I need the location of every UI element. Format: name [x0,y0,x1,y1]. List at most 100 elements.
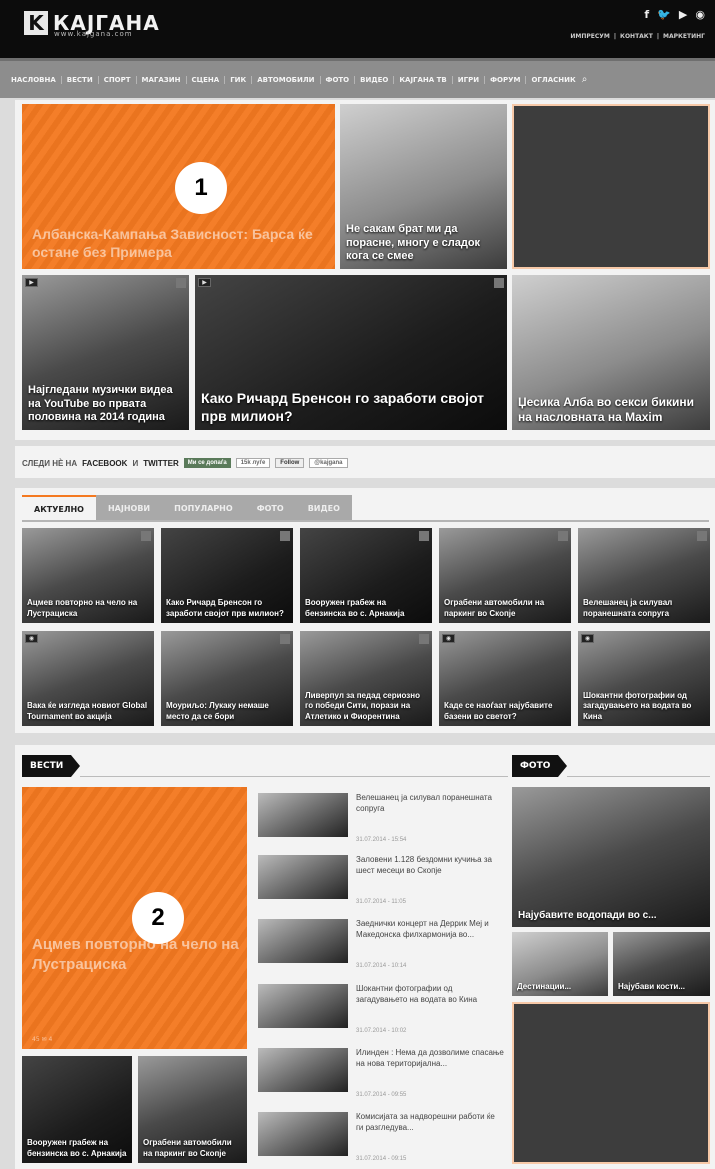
follow-prefix: СЛЕДИ НÈ НА [22,458,78,468]
nav-item-home[interactable]: НАСЛОВНА [6,75,62,84]
nav-item-cars[interactable]: АВТОМОБИЛИ [252,75,321,84]
youtube-icon[interactable]: ▶ [679,8,687,21]
grid-tile[interactable]: Како Ричард Бренсон го заработи својот п… [161,528,293,623]
grid-tile[interactable]: Велешанец ја силувал поранешната сопруга [578,528,710,623]
twitter-handle[interactable]: @kajgana [309,458,348,468]
news-list-item[interactable]: Шокантни фотографии од загадувањето на в… [258,982,508,1042]
nav-item-games[interactable]: ИГРИ [453,75,486,84]
news-title[interactable]: Комисијата за надворешни работи ќе ги ра… [356,1112,504,1134]
foto-small-caption[interactable]: Дестинации... [517,982,603,992]
divider: | [613,33,617,40]
grid-tile-caption[interactable]: Ограбени автомобили на паркинг во Скопје [444,598,566,619]
tab-video[interactable]: ВИДЕО [295,495,352,521]
grid-tile-caption[interactable]: Ливерпул за педад сериозно го победи Сит… [305,691,427,722]
foto-small-caption[interactable]: Најубави кости... [618,982,705,992]
tab-newest[interactable]: НАЈНОВИ [95,495,163,521]
follow-twitter-label: TWITTER [143,458,179,468]
nav-item-photo[interactable]: ФОТО [321,75,356,84]
twitter-follow-button[interactable]: Follow [275,458,305,468]
foto-feature-caption[interactable]: Најубавите водопади во с... [518,910,704,923]
tab-current[interactable]: АКТУЕЛНО [22,495,96,521]
news-thumbnail[interactable] [258,793,348,837]
facebook-like-button[interactable]: Ми се допаѓа [183,458,231,468]
nav-item-video[interactable]: ВИДЕО [355,75,395,84]
nav-item-tv[interactable]: КАЈГАНА ТВ [394,75,453,84]
video-tile-music[interactable]: ▶ Најгледани музички видеа на YouTube во… [22,275,189,430]
news-list-item[interactable]: Заеднички концерт на Деррик Меј и Македо… [258,917,508,977]
facebook-icon[interactable]: f [644,8,649,21]
grid-tile-caption[interactable]: Вооружен грабеж на бензинска во с. Арнак… [305,598,427,619]
vesti-small-caption[interactable]: Ограбени автомобили на паркинг во Скопје [143,1138,242,1159]
news-date: 31.07.2014 - 11:05 [356,899,406,905]
grid-tile[interactable]: Вооружен грабеж на бензинска во с. Арнак… [300,528,432,623]
vesti-small-tile[interactable]: Ограбени автомобили на паркинг во Скопје [138,1056,247,1163]
grid-tile[interactable]: Ливерпул за педад сериозно го победи Сит… [300,631,432,726]
grid-tile[interactable]: Ограбени автомобили на паркинг во Скопје [439,528,571,623]
nav-item-news[interactable]: ВЕСТИ [62,75,99,84]
news-thumbnail[interactable] [258,1048,348,1092]
news-title[interactable]: Илинден : Нема да дозволиме спасање на н… [356,1048,504,1070]
feature-tile-alba-caption[interactable]: Џесика Алба во секси бикини на насловнат… [518,395,704,425]
foto-header-label[interactable]: ФОТО [512,755,559,777]
news-thumbnail[interactable] [258,855,348,899]
nav-item-sport[interactable]: СПОРТ [99,75,137,84]
grid-tile[interactable]: Ацмев повторно на чело на Лустрациска [22,528,154,623]
grid-tile[interactable]: ◉ Вака ќе изгледа новиот Global Tourname… [22,631,154,726]
grid-tile-caption[interactable]: Каде се наоѓаат најубавите базени во све… [444,701,566,722]
grid-tile-caption[interactable]: Како Ричард Бренсон го заработи својот п… [166,598,288,619]
grid-tile-caption[interactable]: Шокантни фотографии од загадувањето на в… [583,691,705,722]
nav-item-classifieds[interactable]: ОГЛАСНИК [526,76,580,84]
vesti-small-caption[interactable]: Вооружен грабеж на бензинска во с. Арнак… [27,1138,127,1159]
news-thumbnail[interactable] [258,984,348,1028]
video-icon: ▶ [198,278,211,287]
nav-item-forum[interactable]: ФОРУМ [485,75,527,84]
news-thumbnail[interactable] [258,1112,348,1156]
news-title[interactable]: Заловени 1.128 бездомни кучиња за шест м… [356,855,504,877]
vesti-small-tile[interactable]: Вооружен грабеж на бензинска во с. Арнак… [22,1056,132,1163]
foto-small-tile[interactable]: Најубави кости... [613,932,710,996]
video-tile-music-caption[interactable]: Најгледани музички видеа на YouTube во п… [28,384,183,425]
twitter-icon[interactable]: 🐦 [657,8,671,21]
grid-tile-caption[interactable]: Моуриљо: Лукаку немаше место да се бори [166,701,288,722]
tab-popular[interactable]: ПОПУЛАРНО [162,495,245,521]
marketing-link[interactable]: МАРКЕТИНГ [663,33,705,40]
tab-photo[interactable]: ФОТО [244,495,296,521]
foto-small-tile[interactable]: Дестинации... [512,932,608,996]
follow-facebook-label: FACEBOOK [82,458,128,468]
hero-orange-tile[interactable]: Албанска-Кампања Зависност: Барса ќе ост… [22,104,335,269]
grid-tile-caption[interactable]: Ацмев повторно на чело на Лустрациска [27,598,149,619]
news-list-item[interactable]: Заловени 1.128 бездомни кучиња за шест м… [258,853,508,913]
vesti-feature-caption[interactable]: Ацмев повторно на чело на Лустрациска [32,935,239,974]
feature-tile-alba[interactable]: Џесика Алба во секси бикини на насловнат… [512,275,710,430]
logo-mark: K [24,11,48,35]
hero-child-caption[interactable]: Не сакам брат ми да порасне, многу е сла… [346,223,501,264]
news-list-item[interactable]: Велешанец ја силувал поранешната сопруга… [258,791,508,851]
news-title[interactable]: Шокантни фотографии од загадувањето на в… [356,984,504,1006]
feature-tile-branson[interactable]: ▶ Како Ричард Бренсон го заработи својот… [195,275,507,430]
grid-tile[interactable]: ◉ Шокантни фотографии од загадувањето на… [578,631,710,726]
foto-feature-tile[interactable]: Најубавите водопади во с... [512,787,710,927]
feature-tile-branson-caption[interactable]: Како Ричард Бренсон го заработи својот п… [201,390,501,425]
vesti-header-label[interactable]: ВЕСТИ [22,755,72,777]
news-list-item[interactable]: Илинден : Нема да дозволиме спасање на н… [258,1046,508,1106]
impressum-link[interactable]: ИМПРЕСУМ [570,33,610,40]
rss-icon[interactable]: ◉ [695,8,705,21]
hero-child-tile[interactable]: Не сакам брат ми да порасне, многу е сла… [340,104,507,269]
nav-item-scene[interactable]: СЦЕНА [187,75,226,84]
news-title[interactable]: Заеднички концерт на Деррик Меј и Македо… [356,919,504,941]
grid-tile[interactable]: ◉ Каде се наоѓаат најубавите базени во с… [439,631,571,726]
grid-tile[interactable]: Моуриљо: Лукаку немаше место да се бори [161,631,293,726]
grid-tile-caption[interactable]: Вака ќе изгледа новиот Global Tournament… [27,701,149,722]
contact-link[interactable]: КОНТАКТ [620,33,653,40]
grid-tile-caption[interactable]: Велешанец ја силувал поранешната сопруга [583,598,705,619]
hero-caption[interactable]: Албанска-Кампања Зависност: Барса ќе ост… [32,225,327,261]
corner-icon [176,278,186,288]
vesti-feature-tile[interactable]: 2 Ацмев повторно на чело на Лустрациска … [22,787,247,1049]
nav-item-magazine[interactable]: МАГАЗИН [137,75,187,84]
news-title[interactable]: Велешанец ја силувал поранешната сопруга [356,793,504,815]
news-list-item[interactable]: Комисијата за надворешни работи ќе ги ра… [258,1110,508,1169]
nav-item-geek[interactable]: ГИК [225,75,253,84]
news-thumbnail[interactable] [258,919,348,963]
camera-icon: ◉ [25,634,38,643]
search-icon[interactable]: ⌕ [582,74,588,85]
